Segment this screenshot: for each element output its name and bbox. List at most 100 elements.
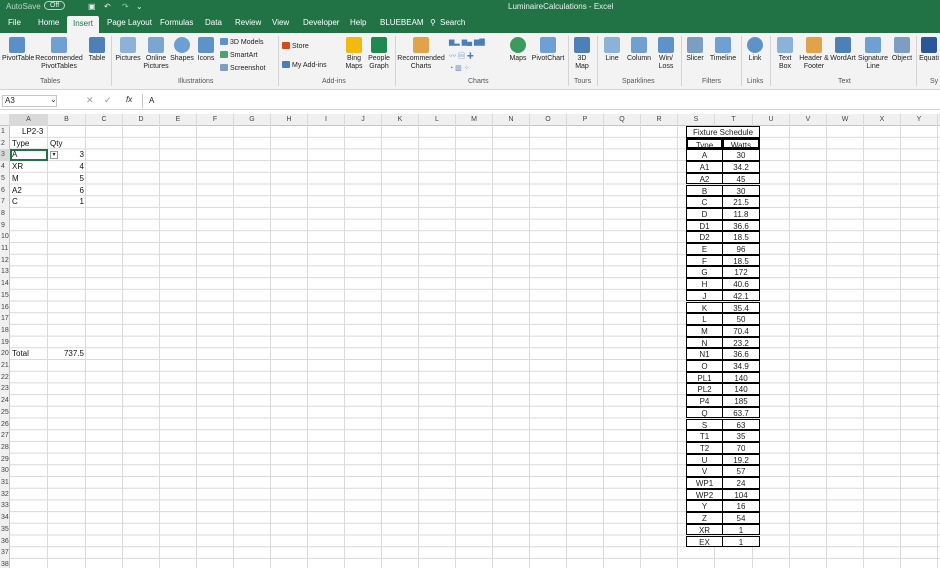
row-header-18[interactable]: 18 bbox=[0, 325, 10, 337]
cell-a5[interactable]: M bbox=[12, 173, 19, 185]
column-header-m[interactable]: M bbox=[456, 114, 493, 126]
3d-map-button[interactable]: 3D Map bbox=[571, 37, 593, 71]
cell-a3[interactable]: A bbox=[12, 149, 17, 161]
maps-button[interactable]: Maps bbox=[507, 37, 529, 63]
fixture-type-cell[interactable]: XR bbox=[686, 523, 723, 536]
fixture-schedule-title[interactable]: Fixture Schedule bbox=[686, 126, 760, 138]
sparkline-column-button[interactable]: Column bbox=[625, 37, 653, 63]
cell-a2[interactable]: Type bbox=[12, 138, 29, 150]
row-header-31[interactable]: 31 bbox=[0, 477, 10, 489]
fixture-watts-cell[interactable]: 1 bbox=[722, 535, 760, 548]
fixture-watts-cell[interactable]: 21.5 bbox=[722, 196, 760, 208]
cancel-icon[interactable]: ✕ bbox=[86, 95, 94, 106]
fixture-type-cell[interactable]: PL2 bbox=[686, 383, 723, 396]
row-header-14[interactable]: 14 bbox=[0, 278, 10, 290]
screenshot-button[interactable]: Screenshot bbox=[220, 64, 265, 72]
fixture-type-cell[interactable]: D bbox=[686, 207, 723, 220]
column-header-r[interactable]: R bbox=[641, 114, 678, 126]
row-header-11[interactable]: 11 bbox=[0, 243, 10, 255]
fixture-watts-cell[interactable]: 34.9 bbox=[722, 360, 760, 372]
fixture-type-cell[interactable]: Z bbox=[686, 512, 723, 524]
row-header-27[interactable]: 27 bbox=[0, 430, 10, 442]
fixture-watts-header[interactable]: Watts bbox=[722, 137, 760, 150]
fixture-type-cell[interactable]: PL1 bbox=[686, 371, 723, 384]
save-icon[interactable]: ▣ bbox=[88, 2, 96, 11]
fixture-watts-cell[interactable]: 70.4 bbox=[722, 324, 760, 337]
row-header-20[interactable]: 20 bbox=[0, 348, 10, 360]
row-header-13[interactable]: 13 bbox=[0, 266, 10, 278]
row-header-10[interactable]: 10 bbox=[0, 231, 10, 243]
row-header-5[interactable]: 5 bbox=[0, 173, 10, 185]
column-header-f[interactable]: F bbox=[197, 114, 234, 126]
row-header-28[interactable]: 28 bbox=[0, 442, 10, 454]
fixture-type-cell[interactable]: D1 bbox=[686, 219, 723, 232]
fixture-type-cell[interactable]: V bbox=[686, 465, 723, 477]
row-header-12[interactable]: 12 bbox=[0, 255, 10, 267]
column-header-s[interactable]: S bbox=[678, 114, 715, 126]
column-header-p[interactable]: P bbox=[567, 114, 604, 126]
fixture-type-cell[interactable]: EX bbox=[686, 535, 723, 548]
fixture-watts-cell[interactable]: 57 bbox=[722, 465, 760, 477]
fixture-type-cell[interactable]: E bbox=[686, 243, 723, 255]
column-header-g[interactable]: G bbox=[234, 114, 271, 126]
fixture-watts-cell[interactable]: 19.2 bbox=[722, 453, 760, 466]
timeline-button[interactable]: Timeline bbox=[708, 37, 738, 63]
worksheet-grid[interactable]: LP2-3 Type Qty ▾ A 3 XR 4 M 5 A2 6 C 1 T… bbox=[10, 126, 940, 568]
table-button[interactable]: Table bbox=[86, 37, 108, 63]
sparkline-line-button[interactable]: Line bbox=[601, 37, 623, 63]
fixture-watts-cell[interactable]: 140 bbox=[722, 371, 760, 384]
fixture-watts-cell[interactable]: 45 bbox=[722, 172, 760, 185]
fixture-watts-cell[interactable]: 11.8 bbox=[722, 207, 760, 220]
column-header-k[interactable]: K bbox=[382, 114, 419, 126]
row-header-32[interactable]: 32 bbox=[0, 489, 10, 501]
fixture-watts-cell[interactable]: 1 bbox=[722, 523, 760, 536]
row-header-29[interactable]: 29 bbox=[0, 454, 10, 466]
object-button[interactable]: Object bbox=[890, 37, 914, 63]
undo-icon[interactable]: ↶ bbox=[104, 2, 111, 11]
cell-b2[interactable]: Qty bbox=[50, 138, 62, 150]
row-header-37[interactable]: 37 bbox=[0, 547, 10, 559]
fixture-watts-cell[interactable]: 63 bbox=[722, 418, 760, 431]
column-header-w[interactable]: W bbox=[827, 114, 864, 126]
row-header-30[interactable]: 30 bbox=[0, 465, 10, 477]
fixture-type-cell[interactable]: N bbox=[686, 336, 723, 349]
slicer-button[interactable]: Slicer bbox=[684, 37, 706, 63]
row-header-24[interactable]: 24 bbox=[0, 395, 10, 407]
text-box-button[interactable]: Text Box bbox=[773, 37, 797, 71]
redo-icon[interactable]: ↷ bbox=[122, 2, 129, 11]
fixture-watts-cell[interactable]: 23.2 bbox=[722, 336, 760, 349]
row-header-26[interactable]: 26 bbox=[0, 419, 10, 431]
fixture-watts-cell[interactable]: 40.6 bbox=[722, 278, 760, 290]
column-header-v[interactable]: V bbox=[790, 114, 827, 126]
tab-developer[interactable]: Developer bbox=[303, 18, 339, 27]
fixture-type-cell[interactable]: A1 bbox=[686, 161, 723, 173]
dropdown-arrow-icon[interactable]: ▾ bbox=[50, 151, 58, 159]
row-header-33[interactable]: 33 bbox=[0, 500, 10, 512]
fixture-watts-cell[interactable]: 18.5 bbox=[722, 231, 760, 243]
column-header-l[interactable]: L bbox=[419, 114, 456, 126]
fixture-type-cell[interactable]: J bbox=[686, 289, 723, 302]
fixture-watts-cell[interactable]: 50 bbox=[722, 313, 760, 325]
fixture-type-cell[interactable]: N1 bbox=[686, 348, 723, 360]
fixture-watts-cell[interactable]: 36.6 bbox=[722, 348, 760, 360]
fixture-type-cell[interactable]: O bbox=[686, 360, 723, 372]
fixture-watts-cell[interactable]: 18.5 bbox=[722, 254, 760, 267]
enter-icon[interactable]: ✓ bbox=[104, 95, 112, 106]
wordart-button[interactable]: WordArt bbox=[830, 37, 856, 63]
column-header-x[interactable]: X bbox=[864, 114, 901, 126]
my-addins-button[interactable]: My Add-ins bbox=[282, 61, 327, 69]
online-pictures-button[interactable]: Online Pictures bbox=[143, 37, 169, 71]
column-header-u[interactable]: U bbox=[753, 114, 790, 126]
formula-input[interactable]: A bbox=[142, 94, 940, 108]
column-header-b[interactable]: B bbox=[48, 114, 86, 126]
fixture-type-cell[interactable]: A2 bbox=[686, 172, 723, 185]
fixture-type-cell[interactable]: K bbox=[686, 301, 723, 314]
fixture-type-cell[interactable]: WP2 bbox=[686, 488, 723, 501]
cell-a4[interactable]: XR bbox=[12, 161, 23, 173]
tab-file[interactable]: File bbox=[8, 18, 21, 27]
smartart-button[interactable]: SmartArt bbox=[220, 51, 258, 59]
row-header-17[interactable]: 17 bbox=[0, 313, 10, 325]
row-header-35[interactable]: 35 bbox=[0, 524, 10, 536]
column-header-t[interactable]: T bbox=[715, 114, 753, 126]
customize-qat-icon[interactable]: ⌄ bbox=[136, 2, 143, 11]
